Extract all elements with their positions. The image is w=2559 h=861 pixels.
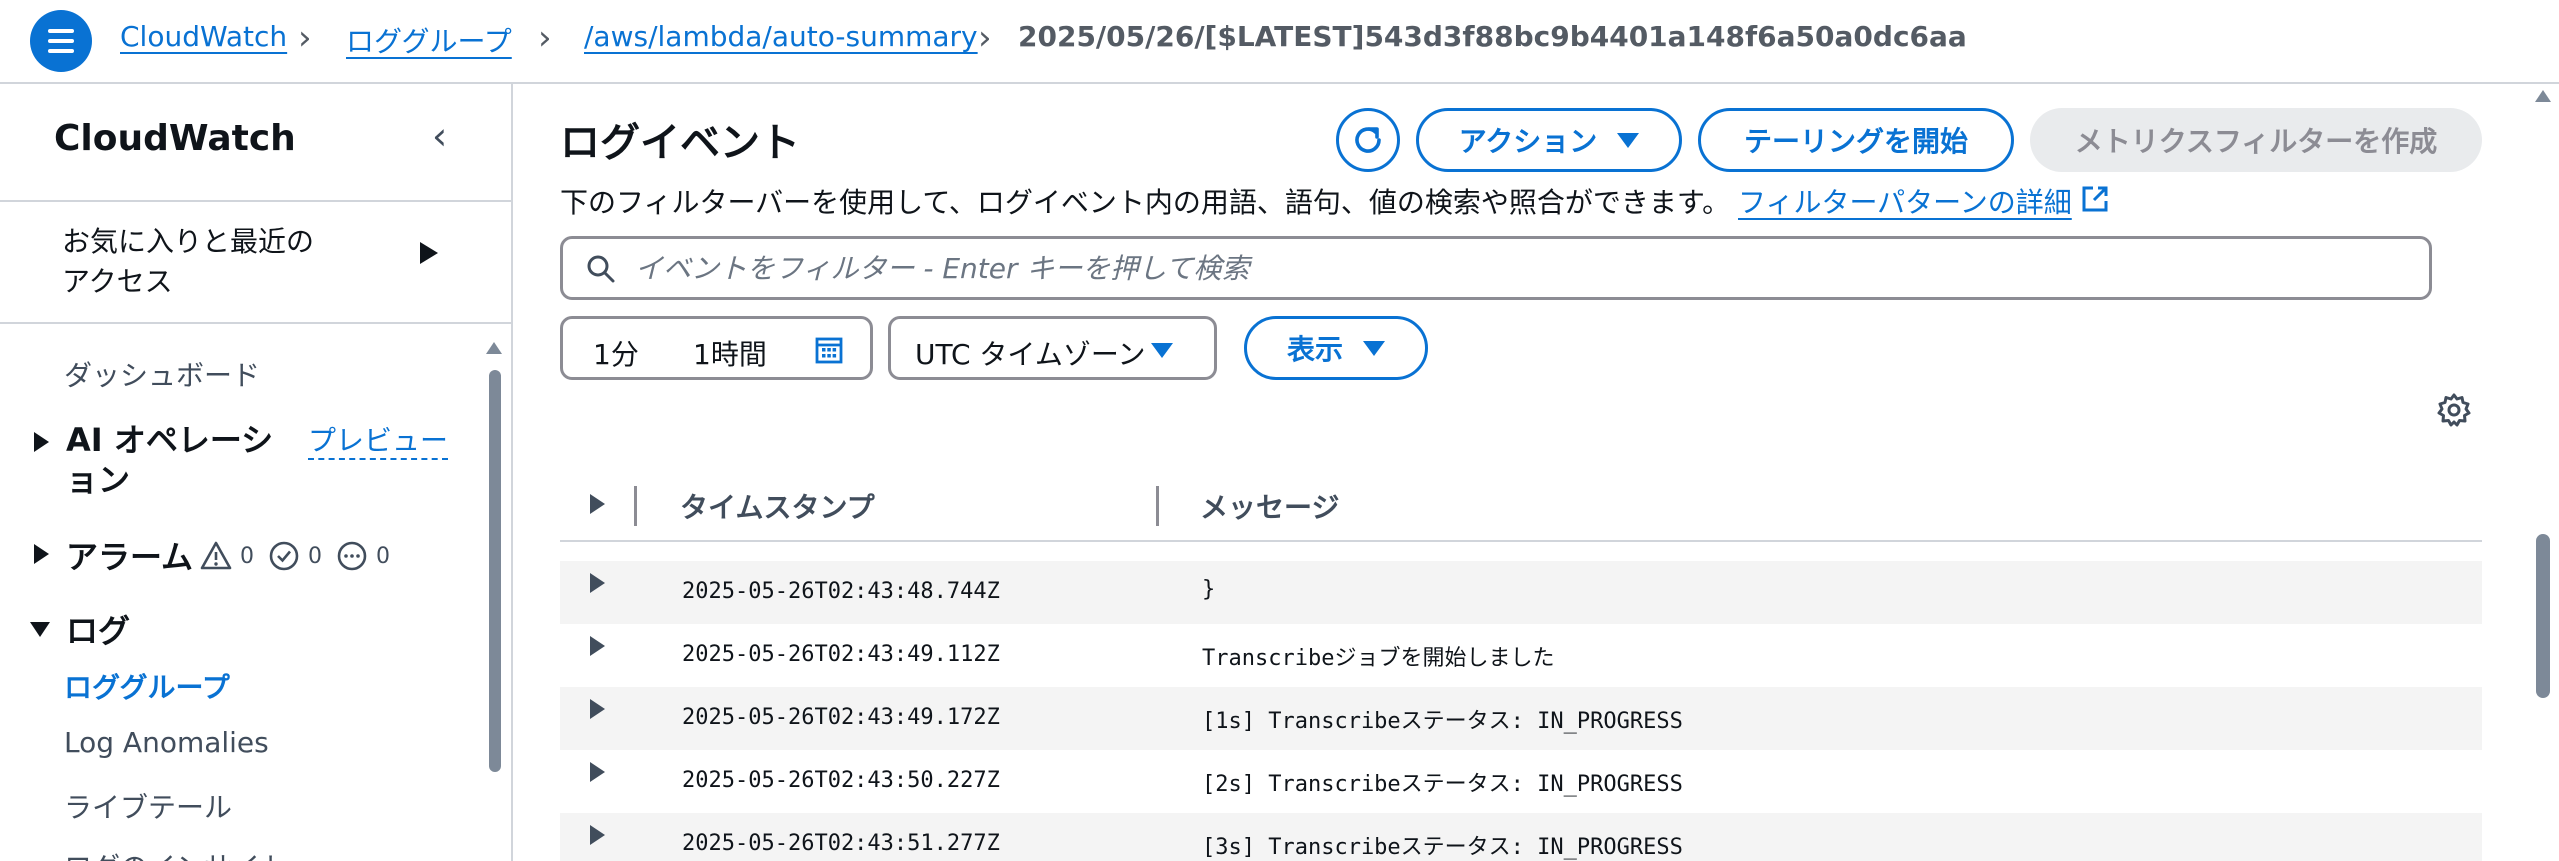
insufficient-data-icon	[337, 541, 367, 571]
caret-right-icon[interactable]	[34, 432, 49, 452]
chevron-right-icon: ›	[298, 18, 312, 58]
favorites-label-line1: お気に入りと最近の	[62, 225, 315, 258]
page-title: ログイベント	[560, 120, 800, 166]
caret-down-icon	[1617, 132, 1640, 148]
sidebar-item-live-tail[interactable]: ライブテール	[64, 786, 232, 826]
row-message: [3s] Transcribeステータス: IN_PROGRESS	[1202, 835, 1683, 860]
divider	[0, 322, 511, 324]
table-row[interactable]: 2025-05-26T02:43:48.744Z }	[560, 561, 2482, 624]
row-message: [2s] Transcribeステータス: IN_PROGRESS	[1202, 772, 1683, 797]
timezone-label: UTC タイムゾーン	[915, 338, 1146, 371]
external-link-icon[interactable]	[2080, 184, 2110, 214]
sidebar-item-alarms[interactable]: アラーム	[66, 532, 193, 578]
sidebar-item-ai-operations[interactable]: AI オペレーシ ョン	[66, 420, 273, 500]
page-scrollbar[interactable]	[2536, 534, 2550, 698]
caret-right-icon[interactable]	[34, 544, 49, 564]
column-header-timestamp[interactable]: タイムスタンプ	[680, 486, 875, 526]
page-description: 下のフィルターバーを使用して、ログイベント内の用語、語句、値の検索や照合ができま…	[560, 186, 1731, 219]
column-separator	[634, 486, 637, 526]
filter-pattern-link[interactable]: フィルターパターンの詳細	[1738, 181, 2072, 221]
breadcrumb-log-groups[interactable]: ロググループ	[346, 20, 512, 60]
display-dropdown-button[interactable]: 表示	[1244, 316, 1428, 380]
refresh-button[interactable]	[1336, 108, 1400, 172]
column-separator[interactable]	[1156, 486, 1159, 526]
hamburger-menu-icon[interactable]	[30, 10, 92, 72]
expand-all-caret-icon[interactable]	[590, 494, 605, 514]
sidebar-item-log-groups[interactable]: ロググループ	[64, 666, 230, 706]
favorites-label-line2: アクセス	[62, 265, 173, 298]
sidebar-item-log-anomalies[interactable]: Log Anomalies	[64, 726, 269, 759]
display-label: 表示	[1286, 333, 1343, 366]
expand-row-caret-icon[interactable]	[590, 825, 605, 845]
filter-events-search[interactable]	[560, 236, 2432, 300]
breadcrumb-cloudwatch[interactable]: CloudWatch	[120, 20, 287, 53]
log-events-table-header: タイムスタンプ メッセージ	[560, 472, 2482, 542]
calendar-icon[interactable]	[815, 336, 843, 364]
ok-count: 0	[308, 544, 322, 569]
filter-events-input[interactable]	[633, 247, 2393, 289]
time-range-selector[interactable]: 1分 1時間	[560, 316, 873, 380]
ai-ops-label-line1: AI オペレーシ	[66, 421, 274, 459]
expand-row-caret-icon[interactable]	[590, 762, 605, 782]
range-option-1m[interactable]: 1分	[593, 333, 639, 373]
row-timestamp: 2025-05-26T02:43:49.172Z	[682, 705, 1000, 730]
chevron-right-icon: ›	[978, 18, 992, 58]
refresh-icon	[1355, 127, 1381, 153]
expand-row-caret-icon[interactable]	[590, 699, 605, 719]
column-header-message[interactable]: メッセージ	[1200, 486, 1339, 526]
start-tailing-label: テーリングを開始	[1743, 125, 1968, 158]
actions-dropdown-button[interactable]: アクション	[1416, 108, 1682, 172]
alarm-count: 0	[240, 544, 254, 569]
breadcrumb-log-group[interactable]: /aws/lambda/auto-summary	[584, 20, 978, 53]
create-metric-filter-button[interactable]: メトリクスフィルターを作成	[2030, 108, 2482, 172]
caret-down-icon[interactable]	[30, 622, 50, 637]
sidebar-scrollbar[interactable]	[489, 370, 501, 772]
sidebar-title: CloudWatch	[54, 118, 296, 159]
row-timestamp: 2025-05-26T02:43:49.112Z	[682, 642, 1000, 667]
table-row[interactable]: 2025-05-26T02:43:51.277Z [3s] Transcribe…	[560, 813, 2482, 861]
page-scroll-up-arrow-icon[interactable]	[2535, 90, 2551, 102]
row-timestamp: 2025-05-26T02:43:51.277Z	[682, 831, 1000, 856]
create-metric-filter-label: メトリクスフィルターを作成	[2074, 125, 2438, 158]
actions-label: アクション	[1458, 125, 1598, 158]
sidebar-item-logs[interactable]: ログ	[66, 606, 130, 652]
start-tailing-button[interactable]: テーリングを開始	[1698, 108, 2014, 172]
gear-icon[interactable]	[2436, 392, 2472, 428]
scroll-up-arrow-icon[interactable]	[486, 342, 502, 354]
caret-down-icon	[1151, 343, 1173, 358]
search-icon	[587, 255, 615, 283]
divider	[0, 200, 511, 202]
preview-badge-link[interactable]: プレビュー	[308, 424, 449, 460]
row-message: }	[1202, 577, 1216, 602]
collapse-sidebar-icon[interactable]: ‹	[432, 114, 447, 158]
ok-check-circle-icon	[269, 541, 299, 571]
sidebar-item-dashboard[interactable]: ダッシュボード	[64, 354, 260, 394]
expand-row-caret-icon[interactable]	[590, 636, 605, 656]
table-row[interactable]: 2025-05-26T02:43:49.172Z [1s] Transcribe…	[560, 687, 2482, 750]
row-timestamp: 2025-05-26T02:43:50.227Z	[682, 768, 1000, 793]
row-message: [1s] Transcribeステータス: IN_PROGRESS	[1202, 709, 1683, 734]
table-row[interactable]: 2025-05-26T02:43:50.227Z [2s] Transcribe…	[560, 750, 2482, 813]
expand-row-caret-icon[interactable]	[590, 573, 605, 593]
alarm-warning-icon	[200, 541, 232, 570]
timezone-select[interactable]: UTC タイムゾーン	[888, 316, 1217, 380]
caret-right-icon[interactable]	[420, 242, 438, 264]
sidebar: CloudWatch ‹ お気に入りと最近の アクセス ダッシュボード AI オ…	[0, 84, 513, 861]
sidebar-item-log-insights[interactable]: ログのインサイト	[64, 846, 288, 861]
row-message: Transcribeジョブを開始しました	[1202, 646, 1555, 671]
caret-down-icon	[1363, 340, 1385, 356]
top-navigation-bar: CloudWatch › ロググループ › /aws/lambda/auto-s…	[0, 0, 2559, 84]
table-row[interactable]: 2025-05-26T02:43:49.112Z Transcribeジョブを開…	[560, 624, 2482, 687]
insufficient-count: 0	[376, 544, 390, 569]
ai-ops-label-line2: ョン	[66, 461, 131, 499]
sidebar-item-favorites[interactable]: お気に入りと最近の アクセス	[62, 222, 314, 302]
breadcrumb-log-stream: 2025/05/26/[$LATEST]543d3f88bc9b4401a148…	[1018, 20, 1967, 53]
row-timestamp: 2025-05-26T02:43:48.744Z	[682, 579, 1000, 604]
chevron-right-icon: ›	[538, 18, 552, 58]
range-option-1h[interactable]: 1時間	[693, 333, 767, 373]
